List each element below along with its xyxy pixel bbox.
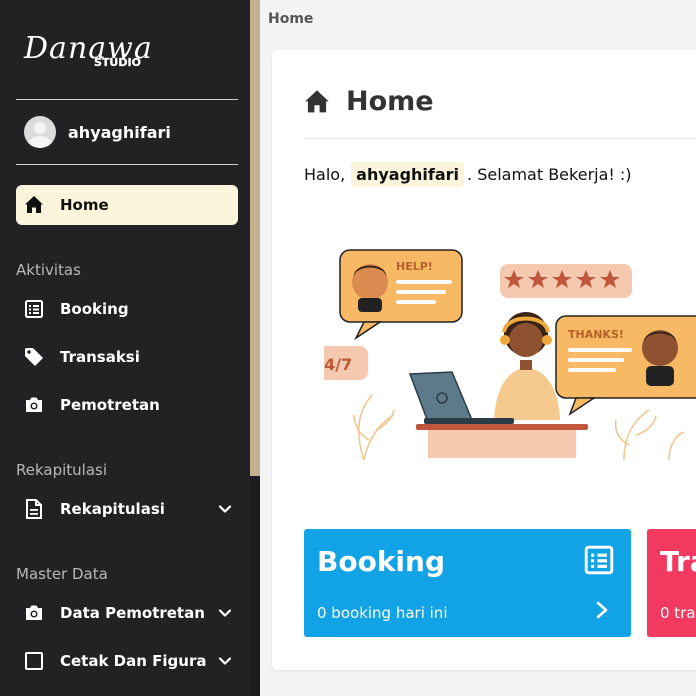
sidebar-item-transaksi[interactable]: Transaksi: [16, 337, 238, 377]
sidebar-item-cetak-figura[interactable]: Cetak Dan Figura: [16, 641, 238, 681]
brand-logo: Danawa STUDIO: [23, 31, 152, 69]
sidebar-item-data-pemotretan[interactable]: Data Pemotretan: [16, 593, 238, 633]
app-page: Danawa STUDIO ahyaghifari Home Aktivitas…: [0, 0, 696, 696]
sidebar-scrollbar[interactable]: [250, 0, 260, 476]
support-illustration: HELP! 24/7 THANKS!: [324, 249, 696, 461]
divider: [304, 138, 696, 139]
brand-sub: STUDIO: [94, 56, 141, 69]
booking-tile[interactable]: Booking 0 booking hari ini: [304, 529, 631, 637]
sidebar-item-label: Booking: [60, 300, 129, 318]
user-name: ahyaghifari: [68, 122, 171, 142]
chevron-down-icon[interactable]: [218, 654, 232, 668]
sidebar-item-home[interactable]: Home: [16, 185, 238, 225]
sidebar-item-pemotretan[interactable]: Pemotretan: [16, 385, 238, 425]
sidebar-item-label: Transaksi: [60, 348, 140, 366]
chevron-down-icon[interactable]: [218, 502, 232, 516]
list-icon: [584, 545, 614, 575]
greeting-suffix: . Selamat Bekerja! :): [467, 165, 632, 184]
home-icon: [24, 195, 44, 215]
sidebar-item-label: Rekapitulasi: [60, 500, 165, 518]
section-master-data: Master Data: [16, 565, 108, 583]
content-card: Home Halo, ahyaghifari . Selamat Bekerja…: [272, 50, 696, 670]
checkbox-icon: [24, 651, 44, 671]
chevron-right-icon[interactable]: [595, 601, 609, 619]
divider: [16, 99, 238, 100]
breadcrumb[interactable]: Home: [268, 11, 313, 27]
page-header: Home: [304, 86, 434, 117]
list-icon: [24, 299, 44, 319]
page-title: Home: [346, 86, 434, 117]
avatar: [24, 116, 56, 148]
sidebar: Danawa STUDIO ahyaghifari Home Aktivitas…: [0, 0, 250, 696]
sidebar-item-label: Data Pemotretan: [60, 604, 205, 622]
help-label: HELP!: [396, 260, 433, 273]
thanks-label: THANKS!: [568, 328, 624, 341]
camera-icon: [24, 395, 44, 415]
tile-title: Tra: [660, 545, 696, 578]
sidebar-item-label: Pemotretan: [60, 396, 160, 414]
support-label: 24/7: [324, 355, 352, 374]
user-profile[interactable]: ahyaghifari: [24, 116, 171, 148]
tile-subtitle: 0 booking hari ini: [317, 604, 448, 622]
document-icon: [24, 499, 44, 519]
sidebar-item-booking[interactable]: Booking: [16, 289, 238, 329]
divider: [16, 164, 238, 165]
tag-icon: [24, 347, 44, 367]
sidebar-item-rekapitulasi[interactable]: Rekapitulasi: [16, 489, 238, 529]
section-rekapitulasi: Rekapitulasi: [16, 461, 108, 479]
chevron-down-icon[interactable]: [218, 606, 232, 620]
camera-icon: [24, 603, 44, 623]
greeting-name: ahyaghifari: [351, 162, 465, 187]
tile-title: Booking: [317, 545, 446, 578]
home-icon: [305, 89, 329, 112]
sidebar-item-label: Home: [60, 196, 109, 214]
sidebar-item-label: Cetak Dan Figura: [60, 652, 207, 670]
main-content: Home Home Halo, ahyaghifari . Selamat Be…: [260, 0, 696, 696]
transaksi-tile[interactable]: Tra 0 tran: [647, 529, 696, 637]
greeting-prefix: Halo,: [304, 165, 346, 184]
greeting: Halo, ahyaghifari . Selamat Bekerja! :): [304, 162, 632, 187]
section-aktivitas: Aktivitas: [16, 261, 81, 279]
tile-subtitle: 0 tran: [660, 604, 696, 622]
